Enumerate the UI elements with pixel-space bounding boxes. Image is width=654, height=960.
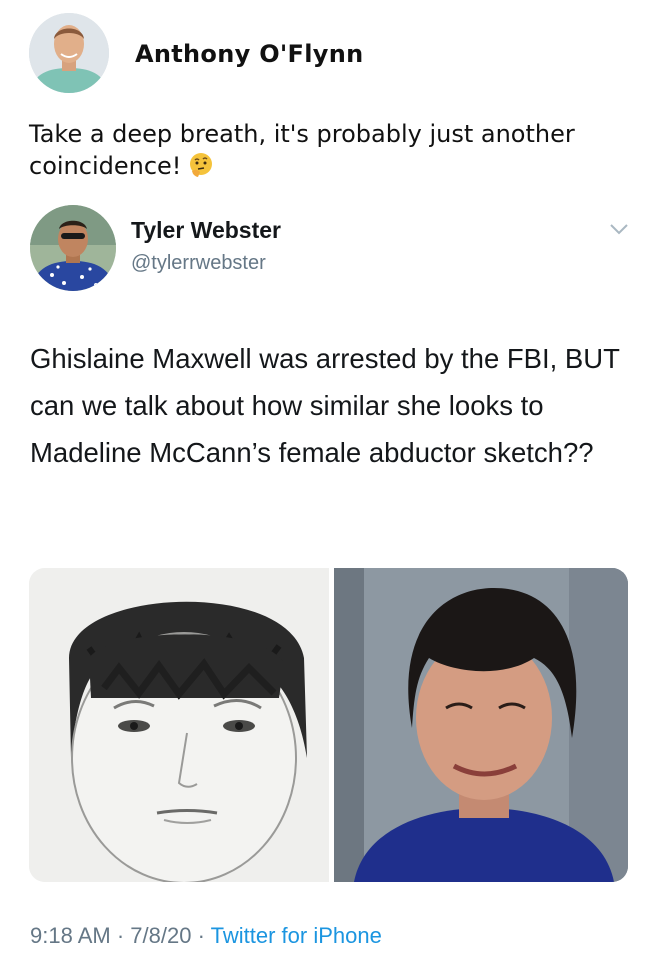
meta-separator: · — [197, 923, 205, 948]
tweet-source-link[interactable]: Twitter for iPhone — [211, 923, 382, 948]
tweet-date[interactable]: 7/8/20 — [130, 923, 191, 948]
post-caption-text: Take a deep breath, it's probably just a… — [29, 120, 575, 180]
tweet-display-name[interactable]: Tyler Webster — [131, 217, 281, 244]
post-caption: Take a deep breath, it's probably just a… — [29, 118, 589, 182]
meta-separator: · — [116, 923, 125, 948]
tweet-meta: 9:18 AM · 7/8/20 · Twitter for iPhone — [30, 923, 382, 949]
poster-name[interactable]: Anthony O'Flynn — [135, 40, 363, 68]
sketch-portrait-image[interactable] — [29, 568, 329, 882]
tweet-time[interactable]: 9:18 AM — [30, 923, 111, 948]
tweet-text: Ghislaine Maxwell was arrested by the FB… — [30, 343, 620, 468]
poster-avatar[interactable] — [29, 13, 109, 93]
tweet-avatar[interactable] — [30, 205, 116, 291]
tweet-avatar-image — [30, 205, 116, 291]
thinking-face-icon — [190, 153, 213, 177]
tweet-media[interactable] — [29, 568, 628, 882]
sketch-drawing — [29, 568, 329, 882]
poster-avatar-image — [29, 13, 109, 93]
photo-drawing — [334, 568, 628, 882]
tweet-handle[interactable]: @tylerrwebster — [131, 252, 266, 275]
photo-portrait-image[interactable] — [334, 568, 628, 882]
chevron-down-icon[interactable] — [608, 221, 630, 237]
